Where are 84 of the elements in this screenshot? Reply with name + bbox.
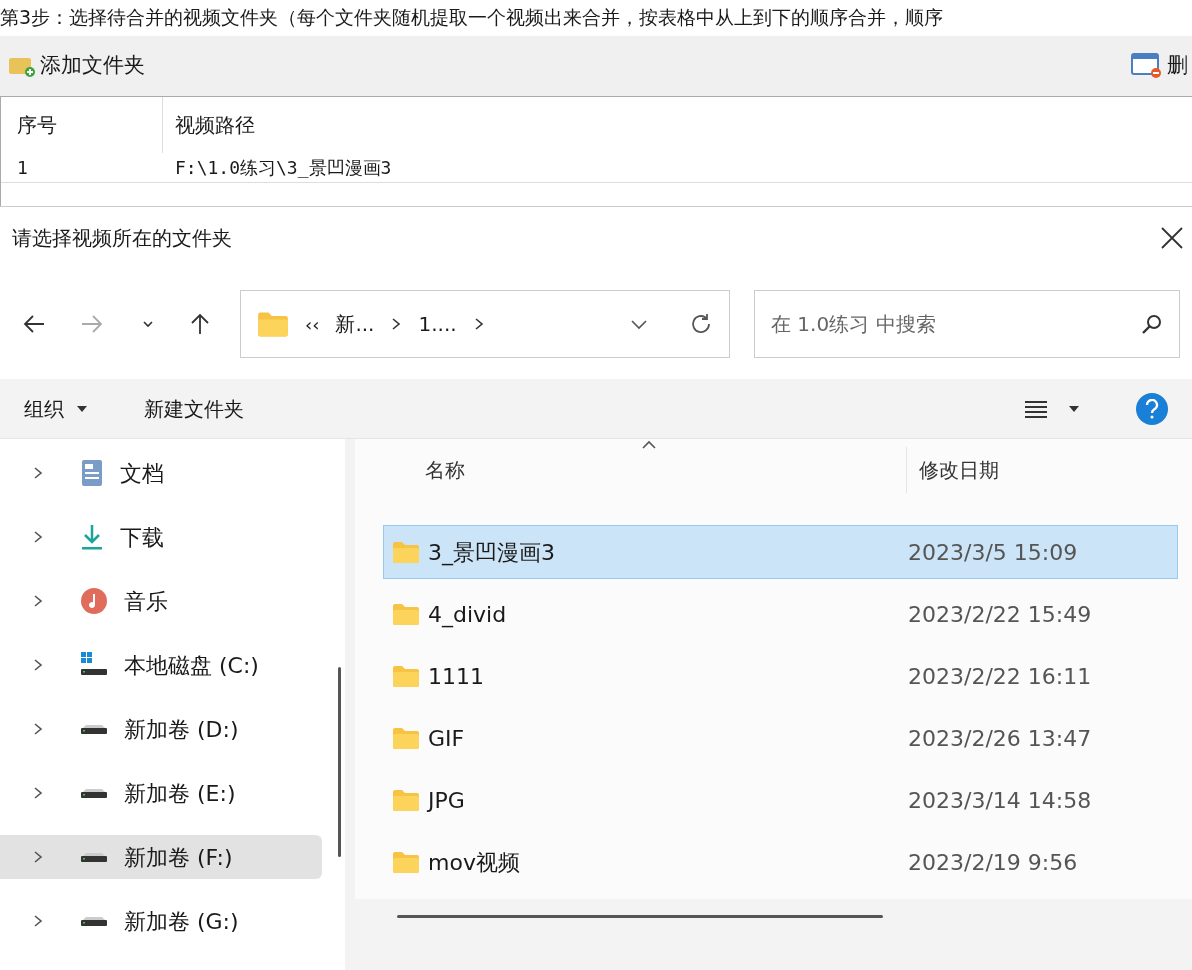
list-view-icon [1024, 398, 1048, 419]
sort-caret-icon [641, 439, 657, 451]
folder-icon [257, 310, 289, 338]
nav-item[interactable]: 新加卷 (D:) [0, 707, 322, 751]
folder-icon [392, 788, 420, 812]
folder-name: 4_divid [428, 600, 507, 630]
new-folder-button[interactable]: 新建文件夹 [144, 393, 244, 424]
drive-icon [80, 723, 108, 735]
folder-name: mov视频 [428, 848, 520, 877]
close-icon [1160, 226, 1184, 250]
column-header[interactable]: 名称 [355, 447, 907, 493]
nav-item[interactable]: 新加卷 (F:) [0, 835, 322, 879]
chevron-right-icon[interactable] [32, 529, 44, 545]
folder-row[interactable]: GIF 2023/2/26 13:47 [383, 711, 1178, 765]
nav-label: 新加卷 (E:) [124, 779, 236, 808]
address-bar[interactable]: ‹‹ 新... 1.... [240, 290, 730, 358]
folder-name: 3_景凹漫画3 [428, 538, 555, 568]
chevron-right-icon[interactable] [32, 465, 44, 481]
chevron-right-icon[interactable] [32, 657, 44, 673]
music-note-icon [80, 587, 108, 615]
folder-name: JPG [428, 786, 465, 815]
search-icon [1140, 312, 1164, 336]
folder-name: 1111 [428, 662, 484, 691]
add-folder-button[interactable]: 添加文件夹 [8, 50, 145, 82]
search-field[interactable]: 在 1.0练习 中搜索 [754, 290, 1180, 358]
chevron-right-icon [390, 316, 403, 332]
help-icon [1144, 398, 1160, 419]
folder-icon [392, 726, 420, 750]
instruction-text: 第3步：选择待合并的视频文件夹（每个文件夹随机提取一个视频出来合并，按表格中从上到下的顺序合并，顺序 [0, 0, 1192, 36]
nav-item[interactable]: 新加卷 (E:) [0, 771, 322, 815]
nav-label: 音乐 [124, 587, 168, 616]
chevron-right-icon[interactable] [32, 785, 44, 801]
folder-row[interactable]: mov视频 2023/2/19 9:56 [383, 835, 1178, 889]
dialog-title: 请选择视频所在的文件夹 [12, 225, 232, 252]
column-header: 序号 [1, 97, 163, 153]
nav-label: 新加卷 (D:) [124, 715, 239, 744]
chevron-right-icon[interactable] [32, 849, 44, 865]
modified-date: 2023/2/22 15:49 [908, 600, 1092, 629]
nav-item[interactable]: 下载 [0, 515, 322, 559]
table-cell-text: 1 [16, 156, 29, 180]
breadcrumb-item[interactable]: 1.... [418, 309, 457, 339]
folder-icon [392, 664, 420, 688]
drive-icon [80, 915, 108, 927]
table-cell-text: F:\1.0练习\3_景凹漫画3 [174, 156, 392, 180]
nav-item[interactable]: 本地磁盘 (C:) [0, 643, 322, 687]
document-icon [80, 459, 104, 487]
folder-row[interactable]: 4_divid 2023/2/22 15:49 [383, 587, 1178, 641]
folder-icon [392, 602, 420, 626]
folder-name: GIF [428, 724, 465, 753]
refresh-icon[interactable] [689, 312, 713, 336]
column-header: 视频路径 [174, 112, 255, 139]
nav-item[interactable]: 文档 [0, 451, 322, 495]
help-button[interactable] [1136, 392, 1168, 425]
view-menu[interactable] [1024, 398, 1080, 419]
nav-item[interactable]: 新加卷 (G:) [0, 899, 322, 943]
chevron-right-icon[interactable] [32, 593, 44, 609]
folder-row[interactable]: 3_景凹漫画3 2023/3/5 15:09 [383, 525, 1178, 579]
nav-label: 新加卷 (F:) [124, 843, 233, 872]
modified-date: 2023/2/22 16:11 [908, 662, 1092, 691]
chevron-right-icon[interactable] [32, 721, 44, 737]
modified-date: 2023/2/19 9:56 [908, 848, 1078, 877]
modified-date: 2023/3/5 15:09 [908, 538, 1078, 567]
nav-label: 下载 [120, 523, 164, 552]
folder-icon [392, 850, 420, 874]
nav-label: 新加卷 (G:) [124, 907, 239, 936]
drive-icon [80, 851, 108, 863]
delete-button[interactable]: 删 [1131, 50, 1188, 82]
nav-item[interactable]: 音乐 [0, 579, 322, 623]
modified-date: 2023/2/26 13:47 [908, 724, 1092, 753]
overflow-chevron-text: ‹‹ [305, 312, 320, 337]
organize-menu[interactable]: 组织 [24, 393, 88, 424]
folder-row[interactable]: JPG 2023/3/14 14:58 [383, 773, 1178, 827]
window-remove-icon [1131, 52, 1163, 80]
modified-date: 2023/3/14 14:58 [908, 786, 1092, 815]
chevron-right-icon[interactable] [32, 913, 44, 929]
download-icon [80, 523, 104, 551]
breadcrumb-item[interactable]: 新... [335, 309, 375, 339]
chevron-down-icon [142, 318, 154, 330]
nav-label: 本地磁盘 (C:) [124, 651, 259, 680]
folder-icon [392, 540, 420, 564]
drive-icon [80, 787, 108, 799]
nav-label: 文档 [120, 459, 164, 488]
column-header[interactable]: 修改日期 [907, 447, 999, 493]
folder-row[interactable]: 1111 2023/2/22 16:11 [383, 649, 1178, 703]
